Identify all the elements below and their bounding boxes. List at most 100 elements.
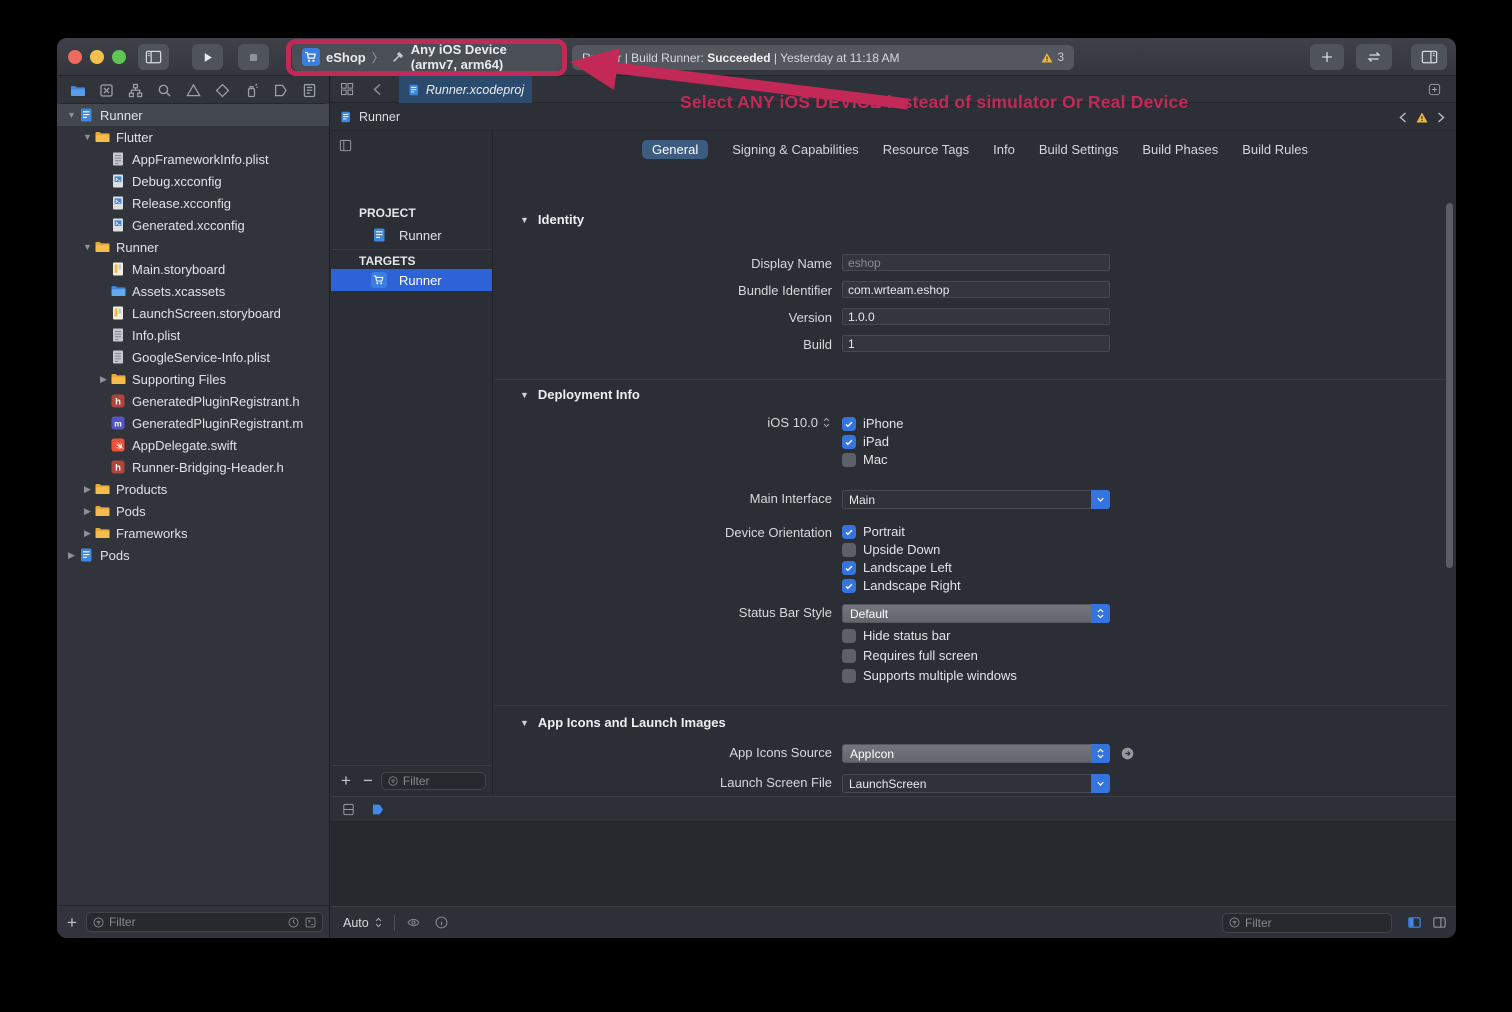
tab-overview-icon[interactable] — [339, 81, 355, 97]
run-button[interactable] — [192, 44, 223, 70]
checkbox-box[interactable] — [842, 417, 856, 431]
file-tree-item[interactable]: ▶Supporting Files — [57, 368, 329, 390]
jump-to-appicon-arrow-icon[interactable] — [1120, 746, 1135, 761]
add-file-button[interactable]: + — [63, 914, 81, 931]
checkbox-landscape-left[interactable]: Landscape Left — [842, 560, 952, 575]
file-tree-item[interactable]: Assets.xcassets — [57, 280, 329, 302]
checkbox-supports-multiple-windows[interactable]: Supports multiple windows — [842, 668, 1017, 683]
file-tree-item[interactable]: Generated.xcconfig — [57, 214, 329, 236]
show-variables-view-icon[interactable] — [1406, 915, 1423, 930]
remove-target-button[interactable]: − — [359, 772, 377, 789]
file-tree-item[interactable]: ▶Frameworks — [57, 522, 329, 544]
checkbox-mac[interactable]: Mac — [842, 452, 888, 467]
file-tree-item[interactable]: Release.xcconfig — [57, 192, 329, 214]
disclosure-triangle[interactable]: ▶ — [81, 484, 94, 495]
project-navigator-icon[interactable] — [67, 81, 87, 101]
file-tree-item[interactable]: Main.storyboard — [57, 258, 329, 280]
toggle-navigator-button[interactable] — [138, 44, 169, 70]
test-navigator-icon[interactable] — [212, 81, 232, 101]
targets-filter-input[interactable] — [403, 774, 480, 788]
disclosure-triangle[interactable]: ▶ — [81, 506, 94, 517]
file-tree-item[interactable]: mGeneratedPluginRegistrant.m — [57, 412, 329, 434]
scm-status-filter-icon[interactable] — [304, 916, 317, 929]
checkbox-box[interactable] — [842, 525, 856, 539]
identity-field-version[interactable] — [842, 308, 1110, 325]
breadcrumb[interactable]: Runner — [359, 110, 400, 124]
issue-navigator-icon[interactable] — [183, 81, 203, 101]
debug-area-split-icon[interactable] — [341, 802, 356, 817]
settings-tab-general[interactable]: General — [642, 140, 708, 159]
add-target-button[interactable]: + — [337, 772, 355, 789]
disclosure-triangle[interactable]: ▼ — [81, 242, 94, 252]
settings-tab-build-settings[interactable]: Build Settings — [1039, 142, 1119, 157]
file-tree-item[interactable]: GoogleService-Info.plist — [57, 346, 329, 368]
settings-tab-resource-tags[interactable]: Resource Tags — [883, 142, 969, 157]
file-tree-item[interactable]: Info.plist — [57, 324, 329, 346]
disclosure-triangle[interactable]: ▼ — [81, 132, 94, 142]
zoom-window-button[interactable] — [112, 50, 126, 64]
info-icon[interactable] — [434, 915, 449, 930]
find-navigator-icon[interactable] — [154, 81, 174, 101]
checkbox-box[interactable] — [842, 629, 856, 643]
identity-field-display-name[interactable] — [842, 254, 1110, 271]
identity-field-bundle-identifier[interactable] — [842, 281, 1110, 298]
source-control-navigator-icon[interactable] — [96, 81, 116, 101]
settings-tab-info[interactable]: Info — [993, 142, 1015, 157]
file-tree-item[interactable]: ▼Runner — [57, 104, 329, 126]
checkbox-box[interactable] — [842, 435, 856, 449]
checkbox-upside-down[interactable]: Upside Down — [842, 542, 940, 557]
section-app-icons[interactable]: ▼App Icons and Launch Images — [520, 715, 726, 730]
navigator-filter-input[interactable] — [109, 915, 283, 929]
section-deployment-info[interactable]: ▼Deployment Info — [520, 387, 640, 402]
checkbox-box[interactable] — [842, 561, 856, 575]
disclosure-triangle[interactable]: ▶ — [81, 528, 94, 539]
report-navigator-icon[interactable] — [299, 81, 319, 101]
file-tree-item[interactable]: ▼Flutter — [57, 126, 329, 148]
next-issue-icon[interactable] — [1436, 111, 1446, 124]
add-editor-icon[interactable] — [1427, 82, 1442, 97]
checkbox-box[interactable] — [842, 579, 856, 593]
tab-runner-xcodeproj[interactable]: Runner.xcodeproj — [399, 76, 532, 103]
console-filter-field[interactable] — [1222, 913, 1392, 933]
editor-mode-button[interactable] — [1356, 44, 1392, 70]
quick-look-eye-icon[interactable] — [405, 915, 422, 930]
settings-tab-build-rules[interactable]: Build Rules — [1242, 142, 1308, 157]
checkbox-box[interactable] — [842, 453, 856, 467]
stop-button[interactable] — [238, 44, 269, 70]
library-add-button[interactable] — [1310, 44, 1344, 70]
checkbox-requires-full-screen[interactable]: Requires full screen — [842, 648, 978, 663]
target-row-runner[interactable]: Runner — [331, 269, 492, 291]
file-tree-item[interactable]: AppDelegate.swift — [57, 434, 329, 456]
settings-tab-signing-capabilities[interactable]: Signing & Capabilities — [732, 142, 858, 157]
stepper-icon[interactable] — [373, 916, 384, 929]
symbol-navigator-icon[interactable] — [125, 81, 145, 101]
app-icons-source-popup[interactable]: AppIcon — [842, 744, 1110, 763]
back-chevron-icon[interactable] — [371, 82, 384, 97]
debug-navigator-icon[interactable] — [241, 81, 261, 101]
identity-field-build[interactable] — [842, 335, 1110, 352]
hide-project-outline-icon[interactable] — [338, 138, 353, 153]
settings-tab-build-phases[interactable]: Build Phases — [1142, 142, 1218, 157]
checkbox-box[interactable] — [842, 669, 856, 683]
checkbox-iphone[interactable]: iPhone — [842, 416, 903, 431]
file-tree-item[interactable]: ▼Runner — [57, 236, 329, 258]
show-console-view-icon[interactable] — [1431, 915, 1448, 930]
targets-filter-field[interactable] — [381, 772, 486, 790]
checkbox-landscape-right[interactable]: Landscape Right — [842, 578, 961, 593]
checkbox-hide-status-bar[interactable]: Hide status bar — [842, 628, 950, 643]
checkbox-ipad[interactable]: iPad — [842, 434, 889, 449]
file-tree-item[interactable]: ▶Products — [57, 478, 329, 500]
section-identity[interactable]: ▼Identity — [520, 212, 584, 227]
file-tree-item[interactable]: LaunchScreen.storyboard — [57, 302, 329, 324]
scheme-destination-selector[interactable]: eShop 〉 Any iOS Device (armv7, arm64) — [292, 43, 562, 71]
checkbox-box[interactable] — [842, 543, 856, 557]
project-row[interactable]: Runner — [331, 224, 492, 246]
file-tree-item[interactable]: AppFrameworkInfo.plist — [57, 148, 329, 170]
file-tree-item[interactable]: Debug.xcconfig — [57, 170, 329, 192]
file-tree-item[interactable]: hRunner-Bridging-Header.h — [57, 456, 329, 478]
disclosure-triangle[interactable]: ▼ — [65, 110, 78, 120]
stepper-icon[interactable] — [821, 416, 832, 429]
disclosure-triangle[interactable]: ▶ — [65, 550, 78, 561]
minimize-window-button[interactable] — [90, 50, 104, 64]
breakpoints-toggle-icon[interactable] — [370, 803, 386, 816]
